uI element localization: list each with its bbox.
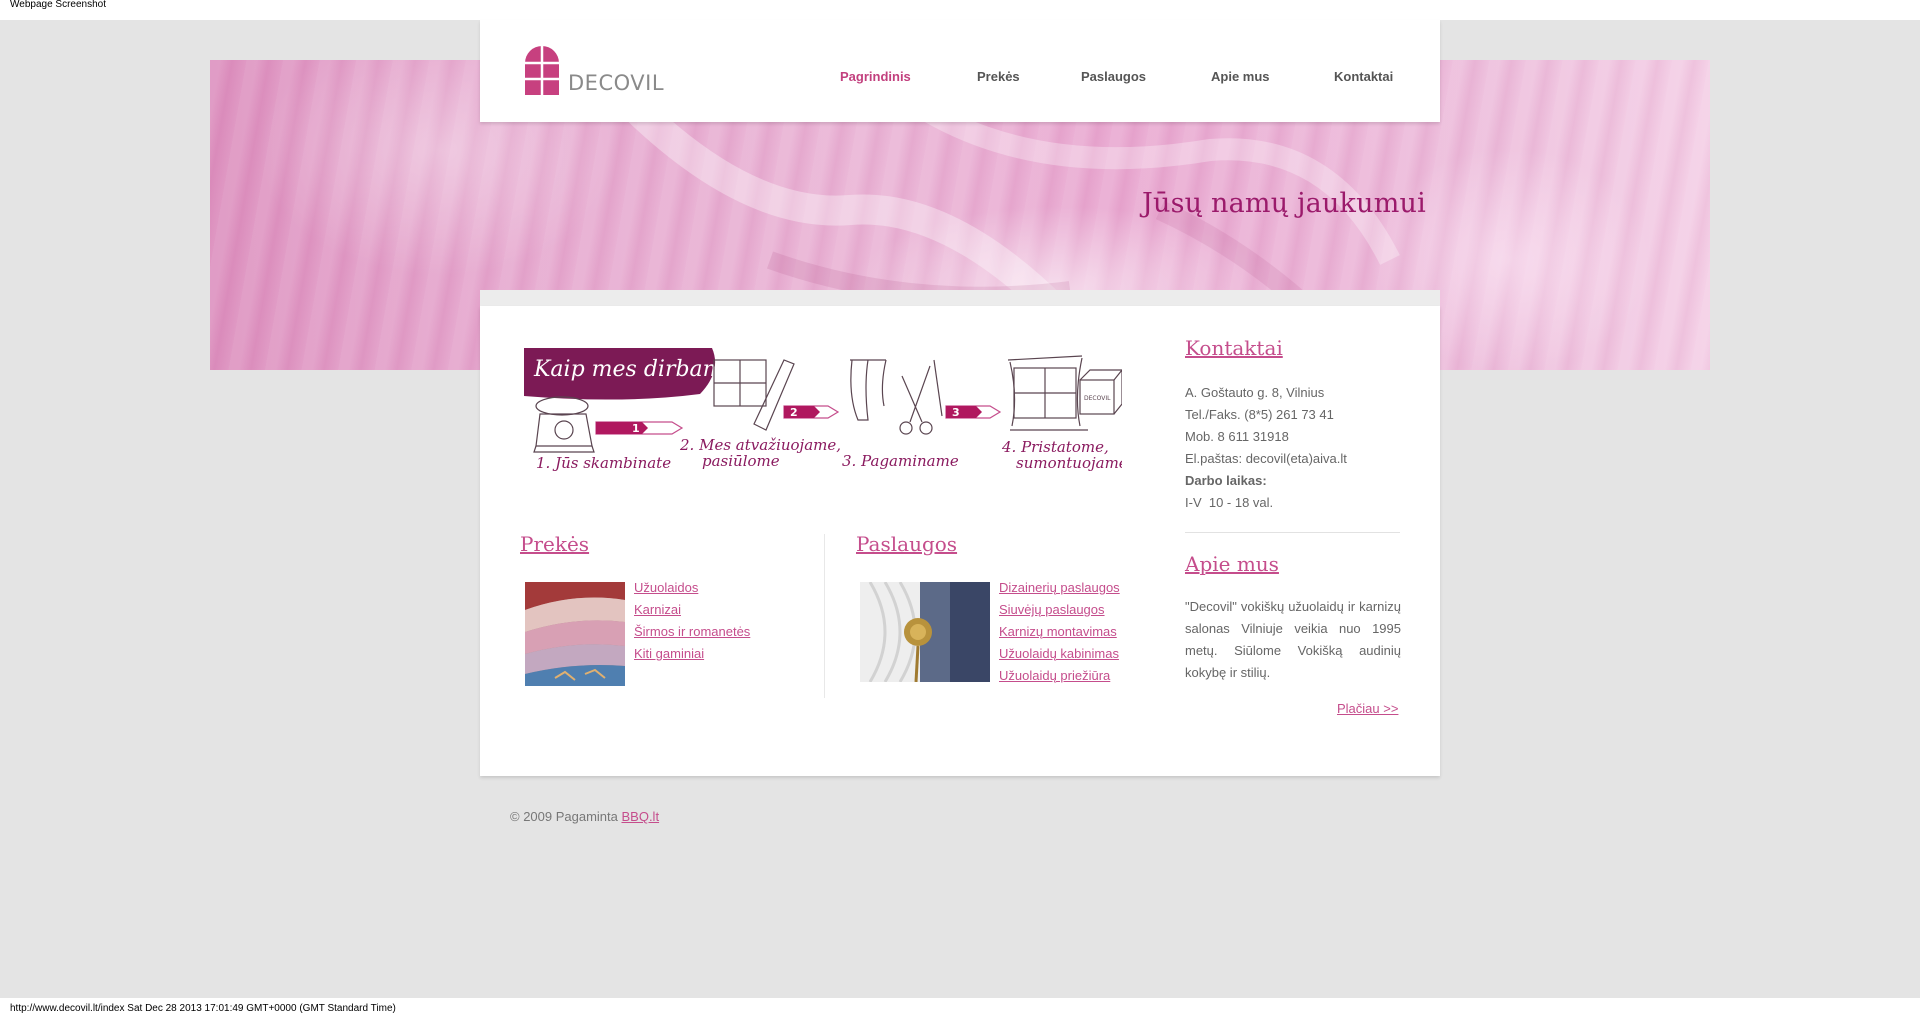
services-heading[interactable]: Paslaugos	[856, 532, 957, 556]
site-footer: © 2009 Pagaminta BBQ.lt	[510, 809, 659, 824]
step-caption-4b: sumontuojame	[1016, 454, 1122, 472]
contacts-heading[interactable]: Kontaktai	[1185, 336, 1283, 360]
fabric-rolls-image	[525, 582, 625, 686]
banner-slogan: Jūsų namų jaukumui	[1142, 188, 1426, 219]
step-number-2: 2	[790, 406, 798, 419]
curtain-tieback-image	[860, 581, 990, 683]
read-more-link[interactable]: Plačiau >>	[1337, 701, 1398, 716]
product-link-other[interactable]: Kiti gaminiai	[634, 646, 704, 661]
services-links: Dizainerių paslaugos Siuvėjų paslaugos K…	[999, 580, 1120, 690]
sidebar-divider	[1185, 532, 1400, 533]
product-link-cornices[interactable]: Karnizai	[634, 602, 681, 617]
contact-email: El.paštas: decovil(eta)aiva.lt	[1185, 451, 1347, 466]
list-item: Karnizai	[634, 602, 750, 624]
nav-services[interactable]: Paslaugos	[1081, 69, 1146, 84]
about-text: "Decovil" vokiškų užuolaidų ir karnizų s…	[1185, 599, 1401, 680]
products-thumbnail[interactable]	[525, 582, 625, 686]
step-number-3: 3	[952, 406, 960, 419]
contact-mobile: Mob. 8 611 31918	[1185, 429, 1289, 444]
how-we-work-banner: Kaip mes dirbame? 1 2 3 DECOVIL 1. Jūs s…	[522, 346, 1122, 486]
status-url: http://www.decovil.lt/index Sat Dec 28 2…	[10, 1003, 396, 1014]
step-caption-1: 1. Jūs skambinate	[536, 454, 671, 472]
services-thumbnail[interactable]	[860, 581, 990, 683]
step-number-1: 1	[632, 422, 640, 435]
working-hours: I-V 10 - 18 val.	[1185, 495, 1274, 510]
main-navigation: Pagrindinis Prekės Paslaugos Apie mus Ko…	[480, 69, 1440, 89]
nav-products[interactable]: Prekės	[977, 69, 1020, 84]
phone-icon	[533, 396, 595, 453]
list-item: Užuolaidų priežiūra	[999, 668, 1120, 690]
service-link-curtain-care[interactable]: Užuolaidų priežiūra	[999, 668, 1110, 683]
product-link-curtains[interactable]: Užuolaidos	[634, 580, 698, 595]
products-heading[interactable]: Prekės	[520, 532, 589, 556]
footer-author-link[interactable]: BBQ.lt	[621, 809, 659, 824]
service-link-design[interactable]: Dizainerių paslaugos	[999, 580, 1120, 595]
list-item: Dizainerių paslaugos	[999, 580, 1120, 602]
product-link-screens-blinds[interactable]: Širmos ir romanetės	[634, 624, 750, 639]
column-divider	[824, 534, 825, 698]
how-title: Kaip mes dirbame?	[533, 357, 749, 382]
list-item: Užuolaidos	[634, 580, 750, 602]
list-item: Kiti gaminiai	[634, 646, 750, 668]
service-link-curtain-hanging[interactable]: Užuolaidų kabinimas	[999, 646, 1119, 661]
service-link-tailoring[interactable]: Siuvėjų paslaugos	[999, 602, 1105, 617]
screenshot-caption: Webpage Screenshot	[10, 0, 106, 10]
list-item: Siuvėjų paslaugos	[999, 602, 1120, 624]
contact-info: A. Goštauto g. 8, Vilnius Tel./Faks. (8*…	[1185, 382, 1425, 514]
delivery-icon	[1007, 355, 1122, 431]
nav-home[interactable]: Pagrindinis	[840, 69, 911, 84]
nav-contacts[interactable]: Kontaktai	[1334, 69, 1393, 84]
contact-address: A. Goštauto g. 8, Vilnius	[1185, 385, 1325, 400]
main-content: Kaip mes dirbame? 1 2 3 DECOVIL 1. Jūs s…	[480, 306, 1440, 776]
box-label: DECOVIL	[1084, 395, 1111, 402]
sewing-icon	[850, 359, 943, 435]
contact-phone: Tel./Faks. (8*5) 261 73 41	[1185, 407, 1334, 422]
products-links: Užuolaidos Karnizai Širmos ir romanetės …	[634, 580, 750, 668]
list-item: Užuolaidų kabinimas	[999, 646, 1120, 668]
how-we-work-illustration: Kaip mes dirbame? 1 2 3 DECOVIL 1. Jūs s…	[524, 348, 1122, 472]
screenshot-caption-bar: Webpage Screenshot	[0, 0, 1920, 20]
list-item: Karnizų montavimas	[999, 624, 1120, 646]
footer-text: © 2009 Pagaminta	[510, 809, 622, 824]
step-caption-3: 3. Pagaminame	[842, 452, 959, 470]
step-caption-2b: pasiūlome	[702, 452, 780, 470]
content-top-band	[480, 290, 1440, 306]
nav-about[interactable]: Apie mus	[1211, 69, 1270, 84]
status-bar: http://www.decovil.lt/index Sat Dec 28 2…	[0, 998, 1920, 1018]
service-link-cornice-mounting[interactable]: Karnizų montavimas	[999, 624, 1117, 639]
list-item: Širmos ir romanetės	[634, 624, 750, 646]
working-hours-label: Darbo laikas:	[1185, 473, 1267, 488]
site-header: DECOVIL Pagrindinis Prekės Paslaugos Api…	[480, 20, 1440, 122]
about-heading[interactable]: Apie mus	[1185, 552, 1279, 576]
